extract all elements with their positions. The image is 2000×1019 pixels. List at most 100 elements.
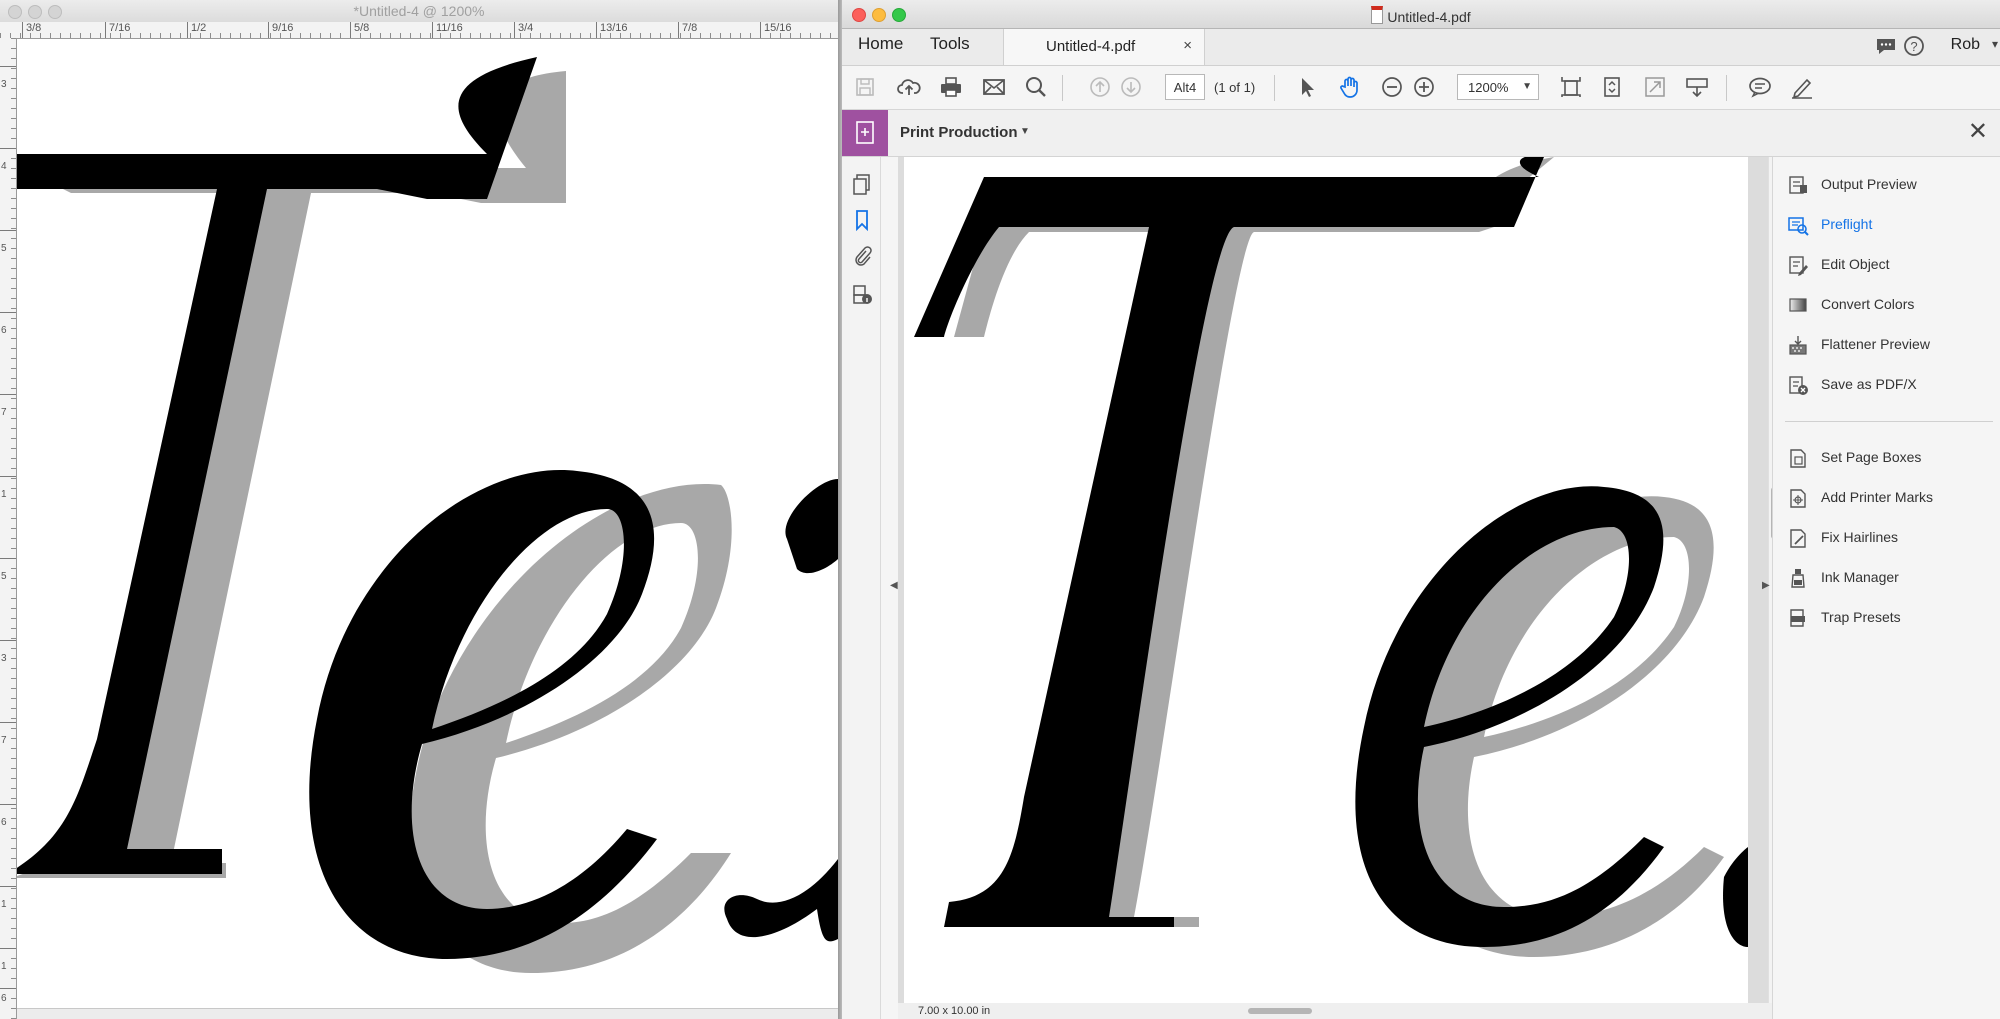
zoom-out-icon[interactable] <box>1379 74 1405 100</box>
toolbar-divider <box>1062 75 1063 101</box>
panel-divider <box>1785 421 1993 422</box>
collapse-left-pane-icon[interactable]: ◀ <box>890 580 898 591</box>
print-production-panel: Output Preview Preflight Edit Object Con… <box>1772 157 2000 1019</box>
panel-item-flattener-preview[interactable]: Flattener Preview <box>1773 331 2000 361</box>
security-info-icon[interactable] <box>851 283 873 305</box>
panel-item-label: Edit Object <box>1821 256 1890 272</box>
highlight-pen-icon[interactable] <box>1789 74 1815 100</box>
output-preview-icon <box>1789 176 1807 194</box>
hand-tool-icon[interactable] <box>1337 74 1363 100</box>
zoom-dropdown[interactable]: 1200% ▼ <box>1457 74 1539 100</box>
panel-item-edit-object[interactable]: Edit Object <box>1773 251 2000 281</box>
panel-item-label: Output Preview <box>1821 176 1917 192</box>
document-tab-label: Untitled-4.pdf <box>1046 38 1136 55</box>
panel-item-save-pdfx[interactable]: Save as PDF/X <box>1773 371 2000 401</box>
page-number-field[interactable]: Alt4 <box>1165 74 1205 100</box>
acrobat-menubar: Home Tools Untitled-4.pdf × ? Rob ▾ <box>842 29 2000 66</box>
help-icon[interactable]: ? <box>1902 34 1926 58</box>
panel-item-label: Trap Presets <box>1821 609 1901 625</box>
panel-item-convert-colors[interactable]: Convert Colors <box>1773 291 2000 321</box>
horizontal-ruler[interactable]: 3/8 7/16 1/2 9/16 5/8 11/16 3/4 13/16 7/… <box>0 22 838 39</box>
trap-presets-icon <box>1790 609 1805 627</box>
email-icon[interactable] <box>981 74 1007 100</box>
acrobat-titlebar[interactable]: Untitled-4.pdf <box>842 0 2000 29</box>
panel-item-output-preview[interactable]: Output Preview <box>1773 171 2000 201</box>
page-thumbnails-icon[interactable] <box>851 173 873 195</box>
zoom-value: 1200% <box>1468 80 1509 95</box>
full-screen-icon[interactable] <box>1642 74 1668 100</box>
panel-item-label: Preflight <box>1821 216 1873 232</box>
previous-page-icon[interactable] <box>1087 74 1113 100</box>
zoomed-glyph-artwork[interactable] <box>17 39 838 1008</box>
pdf-page <box>904 157 1748 1003</box>
tab-close-button[interactable]: × <box>1183 37 1192 54</box>
flattener-preview-icon <box>1789 336 1807 355</box>
panel-item-label: Flattener Preview <box>1821 336 1930 352</box>
panel-item-trap-presets[interactable]: Trap Presets <box>1773 604 2000 634</box>
ruler-label: 7/16 <box>109 22 131 34</box>
ruler-label: 15/16 <box>764 22 792 34</box>
printer-marks-icon <box>1790 489 1806 508</box>
panel-item-label: Fix Hairlines <box>1821 529 1899 545</box>
comment-bubble-icon[interactable] <box>1874 34 1898 58</box>
tool-name-label[interactable]: Print Production <box>900 124 1018 141</box>
convert-colors-icon <box>1789 298 1807 312</box>
vertical-ruler[interactable]: 3 4 5 6 7 1 5 3 7 6 1 1 6 <box>0 38 17 1019</box>
save-pdfx-icon <box>1789 376 1808 395</box>
panel-item-label: Ink Manager <box>1821 569 1899 585</box>
page-count-label: (1 of 1) <box>1214 80 1256 95</box>
cloud-upload-icon[interactable] <box>896 74 922 100</box>
horizontal-scroll-thumb[interactable] <box>1248 1008 1312 1014</box>
user-account-menu[interactable]: Rob <box>1951 36 1980 54</box>
panel-item-set-page-boxes[interactable]: Set Page Boxes <box>1773 444 2000 474</box>
vruler-label: 1 <box>1 961 7 972</box>
panel-item-ink-manager[interactable]: Ink Manager <box>1773 564 2000 594</box>
panel-item-preflight[interactable]: Preflight <box>1773 211 2000 241</box>
panel-item-label: Save as PDF/X <box>1821 376 1917 392</box>
home-menu[interactable]: Home <box>858 34 903 54</box>
toolbar-divider <box>1274 75 1275 101</box>
scrolling-mode-icon[interactable] <box>1600 74 1626 100</box>
chevron-down-icon[interactable]: ▾ <box>1992 37 1998 51</box>
ruler-label: 5/8 <box>354 22 370 34</box>
panel-item-label: Add Printer Marks <box>1821 489 1934 505</box>
preflight-icon <box>1788 217 1809 236</box>
attachment-icon[interactable] <box>851 245 873 267</box>
save-icon[interactable] <box>852 74 878 100</box>
left-window-scrollbar[interactable] <box>17 1008 838 1019</box>
bookmark-icon[interactable] <box>851 209 873 231</box>
panel-item-fix-hairlines[interactable]: Fix Hairlines <box>1773 524 2000 554</box>
ruler-label: 3/4 <box>518 22 534 34</box>
next-page-icon[interactable] <box>1118 74 1144 100</box>
vruler-label: 1 <box>1 489 7 500</box>
select-pointer-icon[interactable] <box>1294 74 1320 100</box>
ruler-label: 13/16 <box>600 22 628 34</box>
left-window-titlebar[interactable]: *Untitled-4 @ 1200% <box>0 0 838 23</box>
indesign-window: *Untitled-4 @ 1200% 3/8 7/16 1/2 9/16 5/… <box>0 0 838 1019</box>
search-icon[interactable] <box>1023 74 1049 100</box>
ruler-label: 1/2 <box>191 22 207 34</box>
acrobat-window: Untitled-4.pdf Home Tools Untitled-4.pdf… <box>842 0 2000 1019</box>
close-tool-button[interactable]: ✕ <box>1968 120 1988 144</box>
ink-manager-icon <box>1791 569 1805 588</box>
panel-item-label: Convert Colors <box>1821 296 1915 312</box>
pdf-file-icon <box>1371 6 1384 24</box>
fit-page-icon[interactable] <box>1558 74 1584 100</box>
ruler-label: 9/16 <box>272 22 294 34</box>
zoom-in-icon[interactable] <box>1411 74 1437 100</box>
panel-item-add-printer-marks[interactable]: Add Printer Marks <box>1773 484 2000 514</box>
vruler-label: 5 <box>1 571 7 582</box>
pdf-glyph-te <box>914 157 1748 947</box>
document-tab[interactable]: Untitled-4.pdf × <box>1003 29 1205 65</box>
add-comment-icon[interactable] <box>1747 74 1773 100</box>
page-size-label: 7.00 x 10.00 in <box>918 1005 991 1017</box>
chevron-down-icon[interactable]: ▼ <box>1020 126 1030 137</box>
tools-menu[interactable]: Tools <box>930 34 970 54</box>
vruler-label: 6 <box>1 325 7 336</box>
toolbar-divider <box>1726 75 1727 101</box>
collapse-right-pane-icon[interactable]: ▶ <box>1762 580 1770 591</box>
read-mode-icon[interactable] <box>1684 74 1710 100</box>
set-page-boxes-icon <box>1790 449 1806 468</box>
print-icon[interactable] <box>938 74 964 100</box>
pdf-glyph-artwork <box>914 157 1748 957</box>
